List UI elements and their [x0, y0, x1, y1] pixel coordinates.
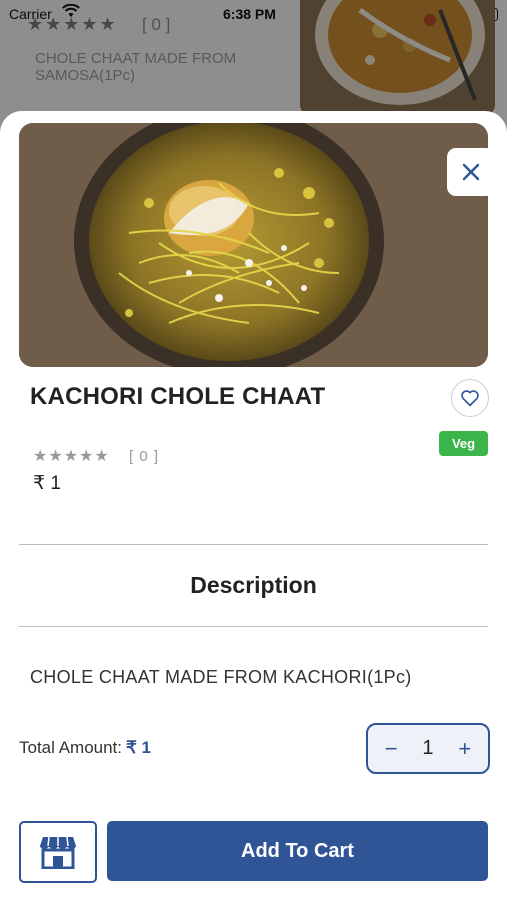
decrease-quantity-button[interactable]: − — [376, 736, 406, 762]
close-button[interactable] — [447, 148, 488, 196]
heart-icon — [461, 390, 479, 407]
close-icon — [462, 163, 480, 181]
description-text: CHOLE CHAAT MADE FROM KACHORI(1Pc) — [30, 667, 412, 687]
product-title: KACHORI CHOLE CHAAT — [30, 383, 326, 410]
favorite-button[interactable] — [451, 379, 489, 417]
divider — [19, 544, 488, 545]
quantity-stepper: − 1 + — [366, 723, 490, 774]
add-to-cart-button[interactable]: Add To Cart — [107, 821, 488, 881]
product-detail-sheet: KACHORI CHOLE CHAAT Veg ★★★★★ [ 0 ] ₹ 1 … — [0, 111, 507, 900]
total-amount: Total Amount: ₹ 1 — [19, 738, 151, 758]
product-photo — [19, 123, 488, 367]
total-amount-label: Total Amount: — [19, 738, 123, 757]
store-button[interactable] — [19, 821, 97, 883]
rating-count: [ 0 ] — [129, 448, 160, 465]
total-amount-value: ₹ 1 — [126, 738, 152, 757]
veg-badge: Veg — [439, 431, 488, 456]
description-heading: Description — [190, 572, 317, 598]
divider — [19, 626, 488, 627]
product-price: ₹ 1 — [33, 473, 61, 494]
rating-stars: ★★★★★ — [33, 448, 110, 465]
increase-quantity-button[interactable]: + — [450, 736, 480, 762]
quantity-value: 1 — [422, 737, 434, 759]
store-icon — [39, 836, 77, 869]
